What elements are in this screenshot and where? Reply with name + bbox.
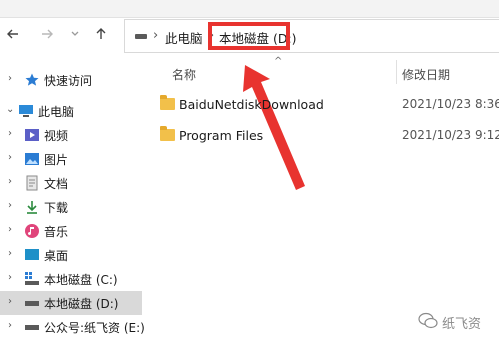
column-header-name[interactable]: 名称 [172, 66, 196, 83]
sidebar-item-label: 音乐 [44, 225, 69, 239]
sort-ascending-icon: ^ [274, 56, 283, 67]
watermark-text: 纸飞资 [442, 317, 482, 332]
chevron-right-icon[interactable]: › [8, 248, 12, 259]
folder-icon [160, 126, 175, 141]
file-row[interactable]: Program Files 2021/10/23 9:12 [158, 124, 499, 148]
music-icon [25, 224, 39, 238]
document-icon [26, 175, 38, 191]
sidebar-item-label: 本地磁盘 (D:) [44, 297, 119, 311]
chevron-down-icon[interactable]: ⌄ [6, 104, 14, 115]
sidebar-item-label: 图片 [44, 153, 69, 167]
sidebar-item-label: 下载 [44, 201, 69, 215]
sidebar-item-label: 桌面 [44, 249, 69, 263]
sidebar-item-this-pc[interactable]: ⌄ 此电脑 [0, 99, 142, 123]
file-name: Program Files [179, 128, 264, 143]
chevron-right-icon[interactable]: › [8, 320, 12, 331]
wechat-icon [418, 312, 438, 329]
column-divider[interactable] [396, 60, 397, 84]
desktop-icon [25, 249, 39, 260]
sidebar-item-label: 视频 [44, 129, 69, 143]
folder-icon [160, 95, 175, 110]
star-icon [25, 73, 39, 86]
download-icon [27, 201, 37, 214]
chevron-right-icon[interactable]: › [8, 200, 12, 211]
sidebar-item-label: 公众号:纸飞资 (E:) [44, 321, 145, 335]
sidebar-item-label: 本地磁盘 (C:) [44, 273, 118, 287]
sidebar-item-quick-access[interactable]: › 快速访问 [0, 68, 142, 92]
sidebar-item-documents[interactable]: › 文档 [0, 171, 142, 195]
chevron-right-icon[interactable]: › [8, 296, 12, 307]
file-name: BaiduNetdiskDownload [179, 97, 324, 112]
picture-icon [25, 153, 39, 165]
chevron-right-icon[interactable]: › [8, 128, 12, 139]
file-row[interactable]: BaiduNetdiskDownload 2021/10/23 8:36 [158, 93, 499, 117]
navigation-pane: › 快速访问 ⌄ 此电脑 › 视频 › 图片 › 文档 › 下载 › 音乐 › … [0, 62, 145, 345]
sidebar-item-music[interactable]: › 音乐 [0, 219, 142, 243]
file-date: 2021/10/23 9:12 [402, 128, 499, 142]
sidebar-item-desktop[interactable]: › 桌面 [0, 243, 142, 267]
chevron-right-icon[interactable]: › [8, 176, 12, 187]
drive-icon [25, 301, 39, 306]
file-date: 2021/10/23 8:36 [402, 97, 499, 111]
sidebar-item-label: 快速访问 [44, 74, 93, 88]
computer-icon [19, 105, 33, 117]
sidebar-item-label: 文档 [44, 177, 69, 191]
sidebar-item-videos[interactable]: › 视频 [0, 123, 142, 147]
video-icon [25, 129, 39, 141]
chevron-right-icon[interactable]: › [8, 73, 12, 84]
chevron-right-icon[interactable]: › [8, 272, 12, 283]
sidebar-item-drive-e[interactable]: › 公众号:纸飞资 (E:) [0, 315, 145, 339]
chevron-right-icon[interactable]: › [8, 152, 12, 163]
chevron-right-icon[interactable]: › [8, 224, 12, 235]
sidebar-item-drive-c[interactable]: › 本地磁盘 (C:) [0, 267, 142, 291]
sidebar-item-label: 此电脑 [38, 105, 75, 119]
drive-icon [25, 325, 39, 330]
sidebar-item-pictures[interactable]: › 图片 [0, 147, 142, 171]
sidebar-item-downloads[interactable]: › 下载 [0, 195, 142, 219]
system-drive-icon [25, 272, 39, 285]
sidebar-item-drive-d[interactable]: › 本地磁盘 (D:) [0, 291, 142, 315]
column-header-date-modified[interactable]: 修改日期 [402, 66, 450, 83]
